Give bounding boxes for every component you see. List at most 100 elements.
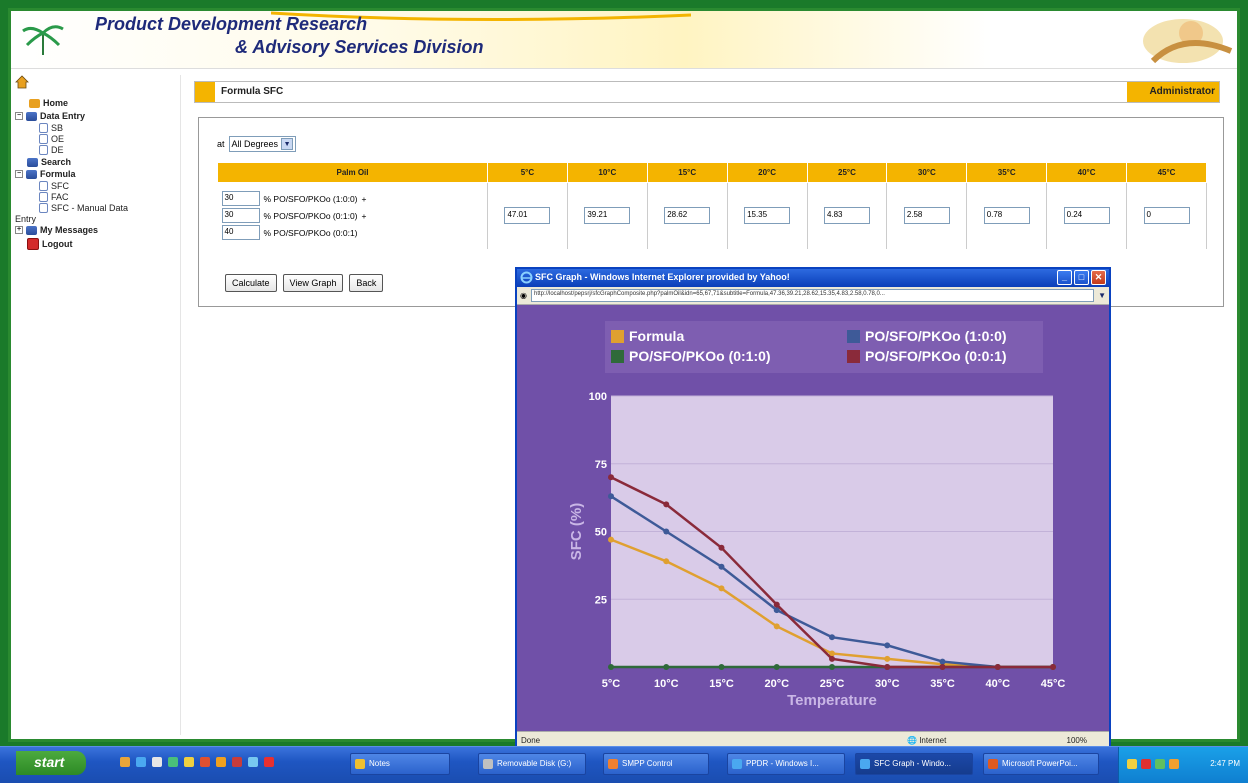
quicklaunch-icon[interactable] (248, 757, 258, 767)
sfc-value-20c[interactable]: 15.35 (744, 207, 791, 225)
sidebar-item-formula[interactable]: − Formula (15, 169, 76, 179)
sidebar-item-logout[interactable]: Logout (27, 238, 73, 250)
popup-title-bar[interactable]: SFC Graph - Windows Internet Explorer pr… (517, 269, 1109, 287)
task-smpp-control[interactable]: SMPP Control (603, 753, 709, 775)
sfc-cell-40c: 0.24 (1046, 182, 1127, 249)
task-sfc-graph[interactable]: SFC Graph - Windo... (855, 753, 973, 775)
drive-icon (483, 759, 493, 769)
quicklaunch-icon[interactable] (232, 757, 242, 767)
collapse-icon[interactable]: − (15, 112, 23, 120)
expand-icon[interactable]: + (15, 226, 23, 234)
minimize-icon[interactable]: _ (1057, 270, 1072, 285)
url-field[interactable]: http://localhost/pepsrj/sfcGraphComposit… (530, 289, 1095, 302)
back-button[interactable]: Back (349, 274, 384, 292)
y-tick-label: 25 (595, 594, 607, 606)
data-point (718, 563, 725, 570)
task-notes[interactable]: Notes (350, 753, 450, 775)
sidebar-item-sb[interactable]: SB (39, 123, 63, 133)
sfc-value-15c[interactable]: 28.62 (664, 207, 711, 225)
quicklaunch-icon[interactable] (152, 757, 162, 767)
user-role-label: Administrator (1127, 82, 1219, 102)
popup-title: SFC Graph - Windows Internet Explorer pr… (535, 272, 790, 282)
tray-icon[interactable] (1155, 759, 1165, 769)
sidebar-item-sfc-manual-wrap[interactable]: Entry (15, 214, 36, 224)
start-button[interactable]: start (16, 751, 86, 775)
data-point (718, 544, 725, 551)
data-point (663, 664, 670, 670)
sfc-value-25c[interactable]: 4.83 (823, 207, 870, 225)
data-point (718, 585, 725, 592)
task-ppdr-window[interactable]: PPDR - Windows I... (727, 753, 845, 775)
degree-prefix: at (217, 139, 225, 149)
page-icon (39, 123, 48, 133)
sfc-value-10c[interactable]: 39.21 (584, 207, 631, 225)
quicklaunch-icon[interactable] (200, 757, 210, 767)
quicklaunch-icon[interactable] (184, 757, 194, 767)
tray-icon[interactable] (1127, 759, 1137, 769)
folder-icon (355, 759, 365, 769)
page-icon: ◉ (520, 291, 527, 300)
page-icon (39, 203, 48, 213)
x-tick-label: 10°C (654, 678, 679, 690)
sfc-value-40c[interactable]: 0.24 (1063, 207, 1110, 225)
dropdown-arrow-icon[interactable]: ▼ (1098, 291, 1106, 300)
oil-pct-input-3[interactable]: 40 (221, 225, 260, 241)
dropdown-arrow-icon[interactable]: ▼ (281, 138, 294, 150)
app-icon (608, 759, 618, 769)
title-marker (195, 82, 215, 102)
quicklaunch-icon[interactable] (168, 757, 178, 767)
quicklaunch-icon[interactable] (216, 757, 226, 767)
x-axis-title: Temperature (787, 692, 877, 709)
data-point (773, 664, 780, 670)
degree-select[interactable]: All Degrees ▼ (228, 136, 297, 152)
task-powerpoint[interactable]: Microsoft PowerPoi... (983, 753, 1099, 775)
sfc-value-45c[interactable]: 0 (1143, 207, 1190, 225)
maximize-icon[interactable]: □ (1074, 270, 1089, 285)
page-title-bar: Formula SFC Administrator (194, 81, 1220, 103)
sidebar-item-fac[interactable]: FAC (39, 192, 69, 202)
data-point (884, 664, 891, 670)
legend-swatch (611, 350, 624, 363)
taskbar: start Notes Removable Disk (G:) SMPP Con… (0, 746, 1248, 783)
quicklaunch-icon[interactable] (136, 757, 146, 767)
calculate-button[interactable]: Calculate (225, 274, 277, 292)
sfc-cell-25c: 4.83 (807, 182, 888, 249)
x-tick-label: 5°C (602, 678, 621, 690)
oil-composition-cell: 30 % PO/SFO/PKOo (1:0:0) + 30 % PO/SFO/P… (217, 182, 488, 249)
sfc-value-5c[interactable]: 47.01 (504, 207, 551, 225)
sfc-value-35c[interactable]: 0.78 (983, 207, 1030, 225)
view-graph-button[interactable]: View Graph (282, 274, 344, 292)
task-removable-disk[interactable]: Removable Disk (G:) (478, 753, 586, 775)
sfc-value-30c[interactable]: 2.58 (903, 207, 950, 225)
sidebar-item-de[interactable]: DE (39, 145, 64, 155)
sidebar-item-home[interactable]: Home (29, 98, 68, 108)
sidebar-item-sfc-manual[interactable]: SFC - Manual Data (39, 203, 128, 213)
sfc-cell-35c: 0.78 (966, 182, 1048, 249)
oil-line-1: 30 % PO/SFO/PKOo (1:0:0) + (221, 191, 484, 207)
header-5c: 5°C (487, 162, 568, 183)
legend-swatch (611, 330, 624, 343)
sidebar-item-my-messages[interactable]: + My Messages (15, 225, 98, 235)
sidebar-item-sfc[interactable]: SFC (39, 181, 69, 191)
quicklaunch-icon[interactable] (120, 757, 130, 767)
data-point (884, 655, 891, 662)
oil-pct-input-2[interactable]: 30 (221, 208, 260, 224)
sidebar-item-search[interactable]: Search (27, 157, 71, 167)
oil-pct-input-1[interactable]: 30 (221, 191, 260, 207)
legend-label: PO/SFO/PKOo (1:0:0) (865, 328, 1007, 344)
ie-icon (732, 759, 742, 769)
zoom-level[interactable]: 100% (1067, 736, 1087, 745)
tray-icon[interactable] (1141, 759, 1151, 769)
header-title-line1: Product Development Research (95, 14, 368, 34)
degree-filter: at All Degrees ▼ (217, 136, 297, 152)
close-icon[interactable]: ✕ (1091, 270, 1106, 285)
sidebar-item-oe[interactable]: OE (39, 134, 64, 144)
collapse-icon[interactable]: − (15, 170, 23, 178)
oil-line-2: 30 % PO/SFO/PKOo (0:1:0) + (221, 208, 484, 224)
tray-icon[interactable] (1169, 759, 1179, 769)
quicklaunch-icon[interactable] (264, 757, 274, 767)
data-point (829, 664, 835, 670)
home-root-icon[interactable] (15, 75, 29, 89)
sidebar-item-data-entry[interactable]: − Data Entry (15, 111, 85, 121)
data-point (608, 493, 614, 500)
